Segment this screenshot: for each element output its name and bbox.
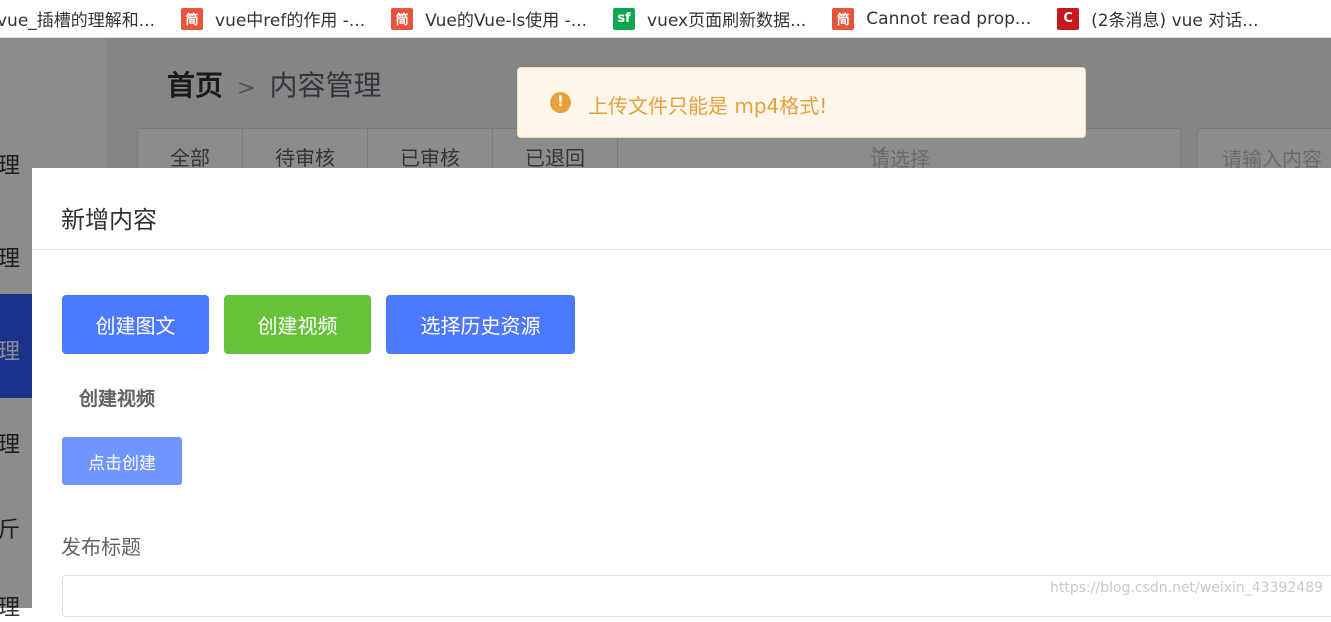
jianshu-icon: 简 — [391, 7, 414, 30]
section-label: 创建视频 — [79, 388, 156, 410]
bookmark-item[interactable]: 简 Cannot read prop... — [832, 7, 1032, 30]
bookmark-item[interactable]: sf vuex页面刷新数据... — [613, 6, 806, 31]
create-video-button[interactable]: 创建视频 — [224, 295, 371, 354]
bookmark-item[interactable]: vue_插槽的理解和... — [0, 6, 155, 31]
jianshu-icon: 简 — [832, 7, 855, 30]
toast-message: 上传文件只能是 mp4格式! — [588, 94, 828, 118]
watermark: https://blog.csdn.net/weixin_43392489 — [1050, 580, 1324, 596]
create-article-button[interactable]: 创建图文 — [62, 295, 209, 354]
bookmark-label: vue中ref的作用 -... — [215, 11, 366, 31]
bookmark-item[interactable]: C (2条消息) vue 对话... — [1057, 6, 1259, 31]
dialog-title: 新增内容 — [61, 206, 157, 234]
bookmarks-bar: vue_插槽的理解和... 简 vue中ref的作用 -... 简 Vue的Vu… — [0, 0, 1331, 38]
bookmark-label: vuex页面刷新数据... — [647, 11, 807, 31]
publish-title-label: 发布标题 — [61, 535, 141, 559]
segmentfault-icon: sf — [613, 7, 636, 30]
jianshu-icon: 简 — [181, 7, 204, 30]
bookmark-item[interactable]: 简 vue中ref的作用 -... — [181, 6, 365, 31]
select-history-button[interactable]: 选择历史资源 — [386, 295, 575, 354]
bookmark-label: Cannot read prop... — [866, 8, 1032, 29]
bookmark-label: (2条消息) vue 对话... — [1091, 11, 1259, 31]
bookmark-item[interactable]: 简 Vue的Vue-ls使用 -... — [391, 6, 587, 31]
bookmark-label: Vue的Vue-ls使用 -... — [425, 11, 588, 31]
add-content-dialog: 新增内容 创建图文 创建视频 选择历史资源 创建视频 点击创建 发布标题 — [32, 168, 1331, 617]
csdn-icon: C — [1057, 7, 1080, 30]
warning-icon: ! — [550, 92, 571, 113]
warning-toast: ! 上传文件只能是 mp4格式! — [517, 67, 1086, 138]
dialog-divider — [32, 249, 1331, 250]
click-create-button[interactable]: 点击创建 — [62, 437, 182, 485]
bookmark-label: vue_插槽的理解和... — [0, 11, 156, 31]
